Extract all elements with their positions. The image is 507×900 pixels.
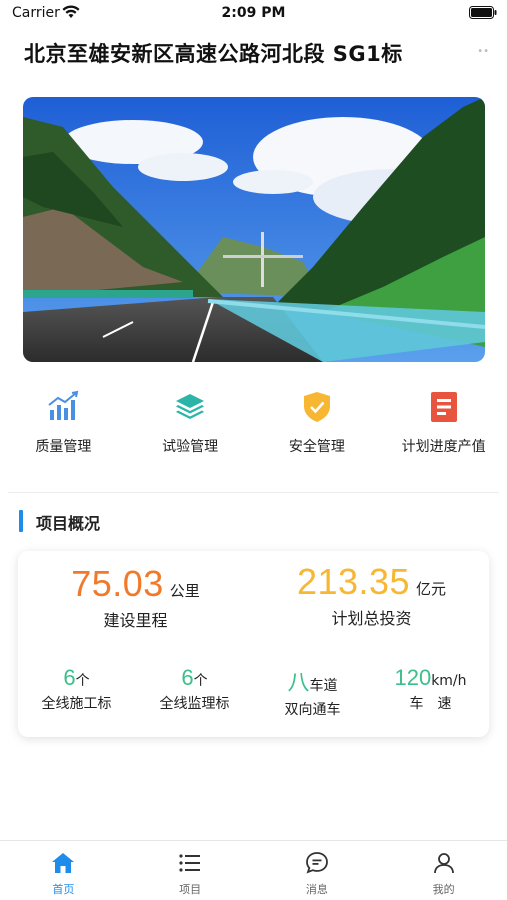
stat-construction-sections: 6个 全线施工标 (18, 665, 135, 713)
quick-label-plan: 计划进度产值 (401, 439, 486, 455)
list-icon (179, 854, 201, 872)
stat-unit: 个 (193, 673, 208, 689)
shield-check-icon (303, 392, 330, 422)
stat-value: 八 (287, 670, 310, 695)
tab-messages[interactable]: 消息 (254, 841, 381, 900)
message-icon (305, 852, 328, 874)
mileage-label: 建设里程 (103, 611, 168, 630)
user-icon (433, 853, 454, 874)
tab-bar: 首页 项目 消息 我的 (0, 840, 507, 900)
tab-project[interactable]: 项目 (127, 841, 254, 900)
quick-item-safety[interactable]: 安全管理 (254, 390, 381, 468)
stat-unit: km/h (431, 673, 467, 689)
section-accent-bar (19, 510, 23, 532)
stat-label: 车 速 (409, 696, 452, 712)
tab-label: 项目 (179, 883, 202, 896)
page-title: 北京至雄安新区高速公路河北段 SG1标 (24, 42, 403, 66)
quick-label-safety: 安全管理 (288, 439, 345, 455)
more-dots-icon[interactable]: •• (477, 46, 489, 57)
quick-item-quality[interactable]: 质量管理 (0, 390, 127, 468)
tab-home[interactable]: 首页 (0, 841, 127, 900)
mileage-unit: 公里 (169, 582, 200, 600)
stat-unit: 个 (75, 673, 90, 689)
investment-label: 计划总投资 (331, 609, 412, 628)
stat-value: 120 (394, 665, 432, 690)
investment-value: 213.35 (296, 561, 411, 602)
mileage-value: 75.03 (71, 563, 164, 604)
tab-label: 消息 (305, 883, 328, 896)
stat-mileage: 75.03 公里 建设里程 (18, 563, 253, 631)
investment-unit: 亿元 (416, 580, 447, 598)
overview-card: 75.03 公里 建设里程 213.35 亿元 计划总投资 6个 全线施工标 6个 … (18, 551, 489, 737)
stat-label: 双向通车 (284, 702, 341, 718)
tab-label: 首页 (52, 883, 75, 896)
tab-profile[interactable]: 我的 (380, 841, 507, 900)
stat-unit: 车道 (309, 678, 338, 694)
stat-label: 全线施工标 (41, 696, 112, 712)
stat-investment: 213.35 亿元 计划总投资 (254, 561, 489, 629)
home-icon (52, 853, 75, 873)
status-time: 2:09 PM (221, 5, 286, 21)
quick-item-test[interactable]: 试验管理 (127, 390, 254, 468)
tab-label: 我的 (432, 883, 455, 896)
quick-menu: 质量管理 试验管理 安全管理 计划进度产值 (0, 390, 507, 468)
divider (8, 492, 499, 493)
highway-landscape-image (23, 97, 485, 362)
banner-image[interactable] (23, 97, 485, 362)
stat-value: 6 (63, 665, 76, 690)
quick-item-plan[interactable]: 计划进度产值 (380, 390, 507, 468)
section-title: 项目概况 (36, 514, 101, 533)
quick-label-quality: 质量管理 (35, 439, 92, 455)
stat-lanes: 八车道 双向通车 (254, 665, 371, 719)
stat-value: 6 (181, 665, 194, 690)
document-icon (430, 392, 457, 422)
quick-label-test: 试验管理 (162, 439, 219, 455)
layers-icon (176, 394, 205, 419)
chart-bar-icon (48, 390, 79, 420)
battery-icon (469, 6, 497, 19)
stat-speed: 120km/h 车 速 (372, 665, 489, 713)
status-bar: Carrier 2:09 PM (0, 0, 507, 28)
stat-supervision-sections: 6个 全线监理标 (136, 665, 253, 713)
stat-label: 全线监理标 (159, 696, 230, 712)
